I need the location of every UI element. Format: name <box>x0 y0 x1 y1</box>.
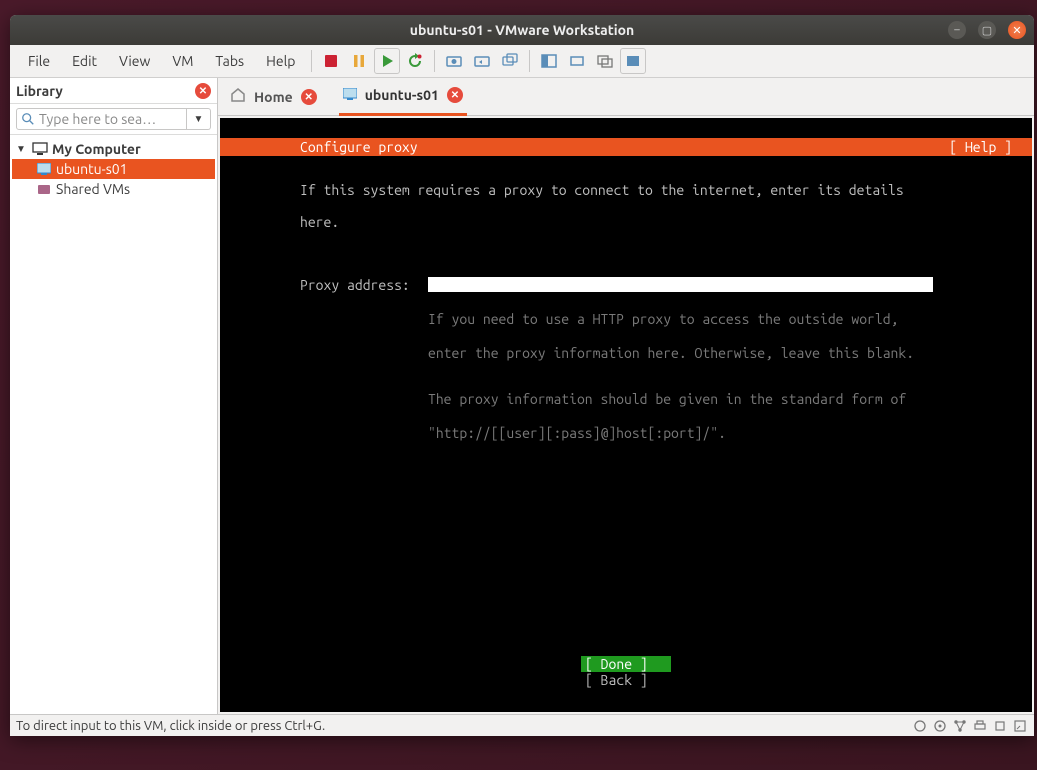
play-icon[interactable] <box>374 48 400 74</box>
close-tab-icon[interactable]: ✕ <box>301 89 317 105</box>
menu-view[interactable]: View <box>109 49 160 73</box>
menu-vm[interactable]: VM <box>162 49 203 73</box>
cd-icon[interactable] <box>932 718 948 734</box>
search-input[interactable]: Type here to sea… <box>16 108 187 130</box>
proxy-input[interactable] <box>428 277 933 292</box>
intro-line: If this system requires a proxy to conne… <box>300 182 1032 198</box>
restart-icon[interactable] <box>402 48 428 74</box>
caret-down-icon: ▼ <box>16 143 28 155</box>
library-tree: ▼ My Computer ubuntu-s01 Shared VMs <box>10 135 217 714</box>
tree-label: Shared VMs <box>56 181 130 197</box>
titlebar: ubuntu-s01 - VMware Workstation – ▢ ✕ <box>10 15 1034 45</box>
power-off-icon[interactable] <box>318 48 344 74</box>
home-icon <box>230 87 246 106</box>
done-button[interactable]: [ Done ] <box>581 656 671 672</box>
hint-line: enter the proxy information here. Otherw… <box>428 345 914 361</box>
tree-label: ubuntu-s01 <box>56 161 128 177</box>
message-icon[interactable] <box>1012 718 1028 734</box>
tree-shared-vms[interactable]: Shared VMs <box>12 179 215 199</box>
close-button[interactable]: ✕ <box>1008 21 1026 39</box>
installer-body: If this system requires a proxy to conne… <box>220 156 1032 474</box>
tab-home[interactable]: Home ✕ <box>226 78 321 116</box>
statusbar: To direct input to this VM, click inside… <box>10 714 1034 736</box>
tree-label: My Computer <box>52 141 141 157</box>
vm-console[interactable]: Configure proxy [ Help ] If this system … <box>220 118 1032 712</box>
tab-label: ubuntu-s01 <box>365 87 439 103</box>
search-icon <box>21 112 35 126</box>
menu-tabs[interactable]: Tabs <box>205 49 254 73</box>
main-area: Library ✕ Type here to sea… ▼ ▼ My Compu… <box>10 78 1034 714</box>
back-button[interactable]: [ Back ] <box>581 672 671 688</box>
installer-buttons: [ Done ] [ Back ] <box>220 656 1032 688</box>
pause-icon[interactable] <box>346 48 372 74</box>
installer-heading: Configure proxy <box>220 139 949 155</box>
menu-help[interactable]: Help <box>256 49 305 73</box>
status-icons <box>912 718 1028 734</box>
close-library-icon[interactable]: ✕ <box>195 83 211 99</box>
separator <box>529 50 530 72</box>
status-hint: To direct input to this VM, click inside… <box>16 719 325 733</box>
tabs: Home ✕ ubuntu-s01 ✕ <box>218 78 1034 116</box>
library-sidebar: Library ✕ Type here to sea… ▼ ▼ My Compu… <box>10 78 218 714</box>
console-view-icon[interactable] <box>592 48 618 74</box>
stretch-icon[interactable] <box>620 48 646 74</box>
intro-line: here. <box>300 214 1032 230</box>
menubar: File Edit View VM Tabs Help <box>10 45 1034 78</box>
separator <box>311 50 312 72</box>
fullscreen-icon[interactable] <box>536 48 562 74</box>
snapshot-manager-icon[interactable] <box>497 48 523 74</box>
window-controls: – ▢ ✕ <box>948 21 1026 39</box>
help-button[interactable]: [ Help ] <box>949 139 1032 155</box>
hint-line: "http://[[user][:pass]@]host[:port]/". <box>428 425 726 441</box>
monitor-icon <box>32 142 48 156</box>
minimize-button[interactable]: – <box>948 21 966 39</box>
tree-my-computer[interactable]: ▼ My Computer <box>12 139 215 159</box>
proxy-label: Proxy address: <box>300 277 428 293</box>
unity-icon[interactable] <box>564 48 590 74</box>
tree-ubuntu-s01[interactable]: ubuntu-s01 <box>12 159 215 179</box>
menu-file[interactable]: File <box>18 49 60 73</box>
network-icon[interactable] <box>952 718 968 734</box>
app-window: ubuntu-s01 - VMware Workstation – ▢ ✕ Fi… <box>10 15 1034 736</box>
separator <box>434 50 435 72</box>
snapshot-icon[interactable] <box>441 48 467 74</box>
installer-header: Configure proxy [ Help ] <box>220 138 1032 156</box>
shared-folder-icon <box>36 182 52 196</box>
sound-icon[interactable] <box>992 718 1008 734</box>
tab-label: Home <box>254 89 293 105</box>
content-pane: Home ✕ ubuntu-s01 ✕ Configure proxy [ He… <box>218 78 1034 714</box>
vm-icon <box>343 87 357 103</box>
snapshot-revert-icon[interactable] <box>469 48 495 74</box>
menu-edit[interactable]: Edit <box>62 49 107 73</box>
tab-ubuntu-s01[interactable]: ubuntu-s01 ✕ <box>339 78 467 116</box>
printer-icon[interactable] <box>972 718 988 734</box>
hdd-icon[interactable] <box>912 718 928 734</box>
window-title: ubuntu-s01 - VMware Workstation <box>10 22 1034 38</box>
close-tab-icon[interactable]: ✕ <box>447 87 463 103</box>
hint-line: If you need to use a HTTP proxy to acces… <box>428 311 898 327</box>
search-placeholder: Type here to sea… <box>39 111 156 127</box>
installer-screen: Configure proxy [ Help ] If this system … <box>220 138 1032 712</box>
maximize-button[interactable]: ▢ <box>978 21 996 39</box>
search-dropdown[interactable]: ▼ <box>187 108 211 130</box>
hint-line: The proxy information should be given in… <box>428 391 906 407</box>
library-header: Library ✕ <box>10 78 217 104</box>
vm-icon <box>36 162 52 176</box>
library-title: Library <box>16 83 63 99</box>
search-row: Type here to sea… ▼ <box>10 104 217 135</box>
